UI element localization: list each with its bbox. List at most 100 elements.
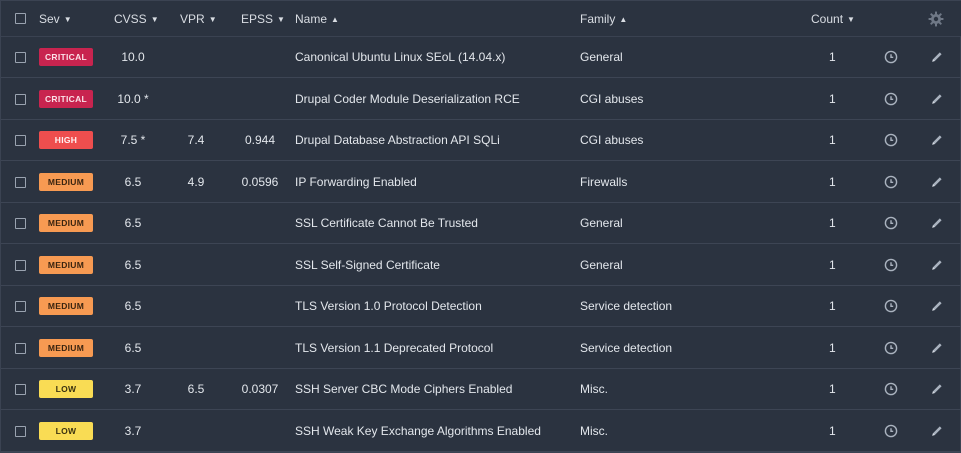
vpr-score: [177, 411, 215, 452]
table-row[interactable]: MEDIUM 6.5 4.9 0.0596 IP Forwarding Enabled F…: [1, 162, 961, 203]
severity-badge: MEDIUM: [39, 297, 93, 315]
row-checkbox[interactable]: [15, 384, 26, 395]
sort-desc-icon: ▼: [63, 14, 72, 24]
severity-badge: MEDIUM: [39, 172, 93, 191]
plugin-name[interactable]: SSL Certificate Cannot Be Trusted: [295, 203, 478, 244]
plugin-family: CGI abuses: [580, 91, 644, 106]
table-row[interactable]: MEDIUM 6.5 TLS Version 1.0 Protocol Detect…: [1, 286, 961, 327]
vpr-score: 7.4: [187, 133, 205, 147]
plugin-name[interactable]: TLS Version 1.1 Deprecated Protocol: [295, 328, 493, 369]
edit-pencil-icon[interactable]: [930, 50, 944, 64]
cvss-score: 3.7: [124, 423, 142, 438]
severity-badge: CRITICAL: [39, 89, 93, 108]
snooze-clock-icon[interactable]: [884, 216, 898, 230]
row-checkbox[interactable]: [15, 425, 26, 437]
snooze-clock-icon[interactable]: [884, 92, 898, 106]
cvss-score: 10.0 *: [117, 91, 149, 106]
column-header-cvss[interactable]: CVSS ▼: [114, 1, 159, 37]
row-checkbox[interactable]: [15, 93, 26, 105]
table-row[interactable]: CRITICAL 10.0 * Drupal Coder Module Deseri…: [1, 79, 961, 120]
sort-asc-icon: ▲: [331, 14, 339, 24]
epss-score: 0.0596: [241, 174, 279, 189]
edit-pencil-icon[interactable]: [930, 382, 944, 396]
column-header-epss-label: EPSS: [241, 12, 274, 26]
plugin-count: 1: [829, 174, 836, 189]
table-row[interactable]: MEDIUM 6.5 SSL Certificate Cannot Be Trust…: [1, 203, 961, 244]
column-header-name-label: Name: [295, 12, 328, 26]
plugin-name[interactable]: Drupal Coder Module Deserialization RCE: [295, 79, 520, 120]
severity-badge: MEDIUM: [39, 214, 93, 232]
plugin-name[interactable]: IP Forwarding Enabled: [295, 162, 417, 203]
snooze-clock-icon[interactable]: [884, 175, 898, 189]
snooze-clock-icon[interactable]: [884, 299, 898, 313]
column-header-name[interactable]: Name ▲: [295, 1, 339, 37]
edit-pencil-icon[interactable]: [930, 175, 944, 189]
vpr-score: [177, 79, 215, 120]
snooze-clock-icon[interactable]: [884, 382, 898, 396]
vulnerabilities-table: Sev ▼ CVSS ▼ VPR ▼ EPSS ▼ Name ▲ Family ▲ Coun…: [0, 0, 961, 453]
plugin-name[interactable]: TLS Version 1.0 Protocol Detection: [295, 286, 482, 327]
edit-pencil-icon[interactable]: [930, 424, 944, 438]
plugin-family: CGI abuses: [580, 133, 644, 147]
severity-badge: MEDIUM: [39, 338, 93, 357]
column-header-count[interactable]: Count ▼: [811, 1, 855, 37]
row-checkbox[interactable]: [15, 259, 26, 271]
plugin-family: Misc.: [580, 423, 608, 438]
epss-score: [235, 245, 285, 286]
row-checkbox[interactable]: [15, 135, 26, 146]
plugin-count: 1: [829, 423, 836, 438]
plugin-count: 1: [829, 50, 836, 64]
plugin-count: 1: [829, 216, 836, 230]
column-header-vpr[interactable]: VPR ▼: [180, 1, 217, 37]
edit-pencil-icon[interactable]: [930, 341, 944, 355]
snooze-clock-icon[interactable]: [884, 258, 898, 272]
edit-pencil-icon[interactable]: [930, 299, 944, 313]
edit-pencil-icon[interactable]: [930, 216, 944, 230]
column-header-count-label: Count: [811, 12, 844, 26]
plugin-name[interactable]: Drupal Database Abstraction API SQLi: [295, 120, 500, 161]
snooze-clock-icon[interactable]: [884, 341, 898, 355]
column-header-family-label: Family: [580, 12, 616, 26]
column-header-family[interactable]: Family ▲: [580, 1, 627, 37]
table-row[interactable]: HIGH 7.5 * 7.4 0.944 Drupal Database Abstrac…: [1, 120, 961, 161]
edit-pencil-icon[interactable]: [930, 133, 944, 147]
plugin-count: 1: [829, 257, 836, 272]
severity-badge: LOW: [39, 380, 93, 398]
row-checkbox[interactable]: [15, 342, 26, 354]
epss-score: [235, 328, 285, 369]
vpr-score: [177, 37, 215, 78]
plugin-family: Misc.: [580, 382, 608, 396]
cvss-score: 6.5: [124, 257, 142, 272]
epss-score: [235, 203, 285, 244]
table-row[interactable]: MEDIUM 6.5 SSL Self-Signed Certificate Gene…: [1, 245, 961, 286]
column-header-epss[interactable]: EPSS ▼: [241, 1, 285, 37]
snooze-clock-icon[interactable]: [884, 133, 898, 147]
table-header: Sev ▼ CVSS ▼ VPR ▼ EPSS ▼ Name ▲ Family ▲ Coun…: [1, 1, 961, 37]
column-header-sev[interactable]: Sev ▼: [39, 1, 72, 37]
plugin-name[interactable]: SSH Server CBC Mode Ciphers Enabled: [295, 369, 512, 410]
select-all-checkbox[interactable]: [15, 13, 26, 24]
cvss-score: 7.5 *: [120, 133, 146, 147]
edit-pencil-icon[interactable]: [930, 258, 944, 272]
table-row[interactable]: LOW 3.7 SSH Weak Key Exchange Algorithms E…: [1, 411, 961, 452]
row-checkbox[interactable]: [15, 176, 26, 188]
snooze-clock-icon[interactable]: [884, 50, 898, 64]
column-header-cvss-label: CVSS: [114, 12, 147, 26]
plugin-family: General: [580, 216, 623, 230]
plugin-name[interactable]: SSH Weak Key Exchange Algorithms Enabled: [295, 411, 541, 452]
table-row[interactable]: MEDIUM 6.5 TLS Version 1.1 Deprecated Prot…: [1, 328, 961, 369]
settings-gear-icon[interactable]: [928, 11, 944, 27]
table-row[interactable]: LOW 3.7 6.5 0.0307 SSH Server CBC Mode Ciphe…: [1, 369, 961, 410]
row-checkbox[interactable]: [15, 52, 26, 63]
row-checkbox[interactable]: [15, 301, 26, 312]
table-row[interactable]: CRITICAL 10.0 Canonical Ubuntu Linux SEoL …: [1, 37, 961, 78]
edit-pencil-icon[interactable]: [930, 92, 944, 106]
vpr-score: [177, 286, 215, 327]
plugin-name[interactable]: SSL Self-Signed Certificate: [295, 245, 440, 286]
snooze-clock-icon[interactable]: [884, 424, 898, 438]
vpr-score: [177, 203, 215, 244]
plugin-family: Firewalls: [580, 174, 628, 189]
plugin-name[interactable]: Canonical Ubuntu Linux SEoL (14.04.x): [295, 37, 505, 78]
row-checkbox[interactable]: [15, 218, 26, 229]
sort-desc-icon: ▼: [208, 14, 217, 24]
